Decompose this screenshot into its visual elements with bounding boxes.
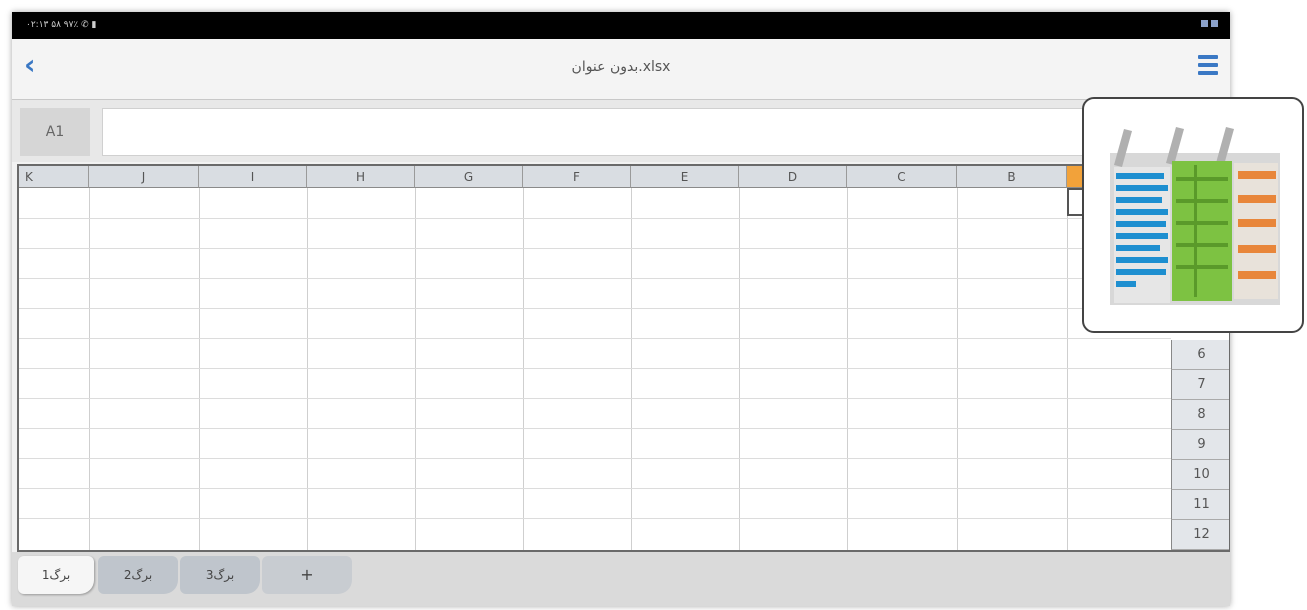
formula-bar: A1: [12, 100, 1230, 162]
hamburger-menu-icon[interactable]: [1198, 55, 1218, 79]
grid-line: [739, 188, 740, 550]
column-header-k[interactable]: K: [19, 166, 89, 188]
status-bar: ۰۲:۱۳ ۵۸ ۹۷٪ ✆ ▮: [12, 12, 1230, 39]
row-header-11[interactable]: 11: [1171, 490, 1229, 520]
grid-line: [1067, 188, 1068, 550]
grid-line: [957, 188, 958, 550]
grid-line: [19, 368, 1171, 369]
sheet-tab-2[interactable]: 2برگ: [98, 556, 178, 594]
column-header-i[interactable]: I: [199, 166, 307, 188]
title-bar: ‹ بدون عنوان.xlsx: [12, 39, 1230, 100]
spreadsheet-app: ۰۲:۱۳ ۵۸ ۹۷٪ ✆ ▮ ‹ بدون عنوان.xlsx A1 K …: [12, 12, 1230, 606]
row-header-12[interactable]: 12: [1171, 520, 1229, 550]
column-header-h[interactable]: H: [307, 166, 415, 188]
grid-line: [307, 188, 308, 550]
sheets-icon-popup: [1082, 97, 1304, 333]
cell-reference-box[interactable]: A1: [20, 108, 90, 156]
grid-line: [19, 458, 1171, 459]
grid-line: [19, 518, 1171, 519]
grid-line: [19, 488, 1171, 489]
grid-line: [19, 278, 1171, 279]
grid-line: [89, 188, 90, 550]
grid-line: [847, 188, 848, 550]
document-title: بدون عنوان.xlsx: [571, 59, 671, 75]
column-header-b[interactable]: B: [957, 166, 1067, 188]
grid-line: [19, 218, 1171, 219]
grid-line: [199, 188, 200, 550]
grid-line: [19, 308, 1171, 309]
column-header-g[interactable]: G: [415, 166, 523, 188]
grid-line: [523, 188, 524, 550]
row-header-8[interactable]: 8: [1171, 400, 1229, 430]
grid-line: [631, 188, 632, 550]
status-icons: [1198, 20, 1218, 30]
sheet-tab-1[interactable]: 1برگ: [18, 556, 94, 594]
column-header-c[interactable]: C: [847, 166, 957, 188]
spreadsheet-grid[interactable]: K J I H G F E D C B A 6 7 8 9 10: [17, 164, 1230, 552]
grid-line: [19, 338, 1171, 339]
grid-line: [415, 188, 416, 550]
row-header-6[interactable]: 6: [1171, 340, 1229, 370]
column-header-f[interactable]: F: [523, 166, 631, 188]
add-sheet-button[interactable]: +: [262, 556, 352, 594]
column-header-d[interactable]: D: [739, 166, 847, 188]
row-header-7[interactable]: 7: [1171, 370, 1229, 400]
column-header-e[interactable]: E: [631, 166, 739, 188]
spreadsheet-sheets-icon: [1110, 127, 1280, 305]
sheet-tab-bar: 1برگ 2برگ 3برگ +: [12, 552, 1230, 606]
grid-line: [19, 428, 1171, 429]
status-bar-text: ۰۲:۱۳ ۵۸ ۹۷٪ ✆ ▮: [26, 20, 97, 30]
column-header-j[interactable]: J: [89, 166, 199, 188]
row-header-9[interactable]: 9: [1171, 430, 1229, 460]
grid-line: [19, 398, 1171, 399]
sheet-tab-3[interactable]: 3برگ: [180, 556, 260, 594]
formula-input[interactable]: [102, 108, 1224, 156]
row-header-10[interactable]: 10: [1171, 460, 1229, 490]
grid-line: [19, 248, 1171, 249]
